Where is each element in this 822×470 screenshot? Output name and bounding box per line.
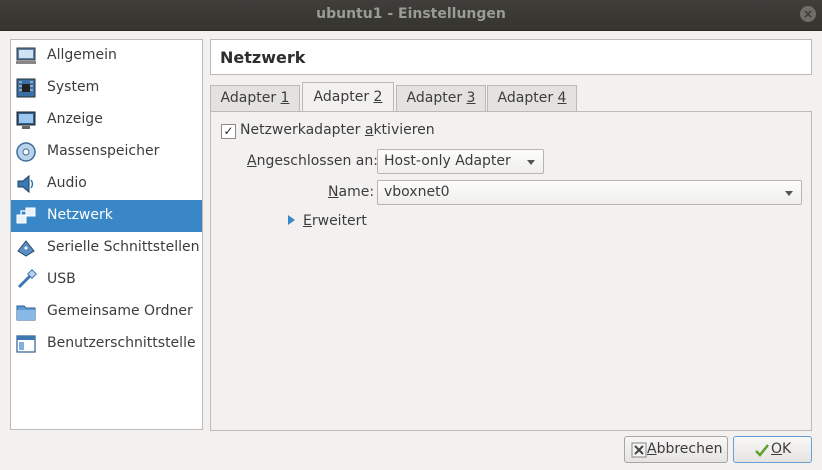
- ok-button-label: OK: [771, 441, 791, 457]
- attached-to-select[interactable]: Host-only Adapter: [377, 149, 544, 174]
- window-icon: [16, 335, 36, 353]
- sidebar-item-label: Anzeige: [47, 111, 103, 127]
- sidebar-item-serielle-schnittstellen[interactable]: Serielle Schnittstellen: [11, 232, 202, 264]
- label-text: rweitert: [311, 213, 367, 229]
- label-mnemonic: N: [328, 184, 339, 200]
- tab-mnemonic: 3: [466, 90, 476, 106]
- sidebar-item-gemeinsame-ordner[interactable]: Gemeinsame Ordner: [11, 296, 202, 328]
- usb-icon: [17, 269, 37, 289]
- sidebar-item-allgemein[interactable]: Allgemein: [11, 40, 202, 72]
- sidebar-item-label: Serielle Schnittstellen: [47, 239, 200, 255]
- tab-label: Adapter: [406, 90, 467, 106]
- tab-adapter-2[interactable]: Adapter 2: [302, 82, 394, 112]
- title-bar: ubuntu1 - Einstellungen ×: [0, 0, 822, 31]
- folder-icon: [16, 305, 36, 321]
- settings-sidebar: Allgemein System Anzeige Massenspeicher …: [10, 39, 203, 430]
- enable-adapter-label[interactable]: Netzwerkadapter aktivieren: [240, 122, 435, 138]
- tab-mnemonic: 2: [373, 89, 383, 105]
- sidebar-item-audio[interactable]: Audio: [11, 168, 202, 200]
- sidebar-item-label: Allgemein: [47, 47, 117, 63]
- checkmark-icon: [755, 444, 769, 457]
- label-text: bbrechen: [656, 441, 723, 457]
- chip-icon: [16, 78, 36, 98]
- label-text: ame:: [338, 184, 375, 200]
- attached-to-value: Host-only Adapter: [384, 153, 511, 169]
- sidebar-item-label: USB: [47, 271, 76, 287]
- network-icon: [16, 207, 36, 224]
- cancel-button-label: Abbrechen: [647, 441, 722, 457]
- chevron-down-icon: [785, 191, 793, 196]
- serial-port-icon: [17, 240, 35, 257]
- speaker-icon: [17, 174, 34, 194]
- monitor-icon: [16, 111, 36, 129]
- label-text: K: [782, 441, 792, 457]
- sidebar-item-label: System: [47, 79, 100, 95]
- label-mnemonic: O: [771, 441, 783, 457]
- sidebar-item-system[interactable]: System: [11, 72, 202, 104]
- computer-icon: [16, 47, 36, 64]
- label-mnemonic: A: [247, 153, 257, 169]
- window-title: ubuntu1 - Einstellungen: [316, 6, 506, 22]
- sidebar-item-label: Netzwerk: [47, 207, 113, 223]
- label-mnemonic: E: [303, 213, 312, 229]
- label-text: Netzwerkadapter: [240, 122, 365, 138]
- tab-label: Adapter: [313, 89, 374, 105]
- tab-adapter-3[interactable]: Adapter 3: [396, 85, 486, 111]
- disk-icon: [16, 142, 36, 162]
- sidebar-item-label: Audio: [47, 175, 87, 191]
- close-icon[interactable]: ×: [800, 6, 816, 22]
- expand-triangle-icon[interactable]: [288, 215, 295, 225]
- tab-adapter-1[interactable]: Adapter 1: [210, 85, 300, 111]
- chevron-down-icon: [527, 160, 535, 165]
- attached-to-label: Angeschlossen an:: [247, 153, 378, 169]
- cancel-icon: [631, 442, 647, 458]
- sidebar-item-label: Benutzerschnittstelle: [47, 335, 196, 351]
- sidebar-item-label: Massenspeicher: [47, 143, 160, 159]
- tab-mnemonic: 1: [280, 90, 290, 106]
- adapter-name-select[interactable]: vboxnet0: [377, 180, 802, 205]
- tab-adapter-4[interactable]: Adapter 4: [487, 85, 577, 111]
- tab-label: Adapter: [220, 90, 281, 106]
- advanced-expander[interactable]: Erweitert: [303, 213, 367, 229]
- ok-button[interactable]: OK: [733, 436, 812, 463]
- tab-label: Adapter: [497, 90, 558, 106]
- cancel-button[interactable]: Abbrechen: [624, 436, 728, 463]
- page-title: Netzwerk: [220, 48, 306, 67]
- adapter-name-value: vboxnet0: [384, 184, 450, 200]
- label-text: ktivieren: [373, 122, 435, 138]
- sidebar-item-label: Gemeinsame Ordner: [47, 303, 193, 319]
- sidebar-item-netzwerk[interactable]: Netzwerk: [11, 200, 202, 232]
- sidebar-item-benutzerschnittstelle[interactable]: Benutzerschnittstelle: [11, 328, 202, 360]
- sidebar-item-massenspeicher[interactable]: Massenspeicher: [11, 136, 202, 168]
- sidebar-item-usb[interactable]: USB: [11, 264, 202, 296]
- enable-adapter-checkbox[interactable]: ✓: [221, 124, 236, 139]
- sidebar-item-anzeige[interactable]: Anzeige: [11, 104, 202, 136]
- page-header: Netzwerk: [210, 39, 812, 75]
- label-text: ngeschlossen an:: [256, 153, 378, 169]
- name-label: Name:: [328, 184, 374, 200]
- label-mnemonic: A: [647, 441, 657, 457]
- tab-mnemonic: 4: [557, 90, 567, 106]
